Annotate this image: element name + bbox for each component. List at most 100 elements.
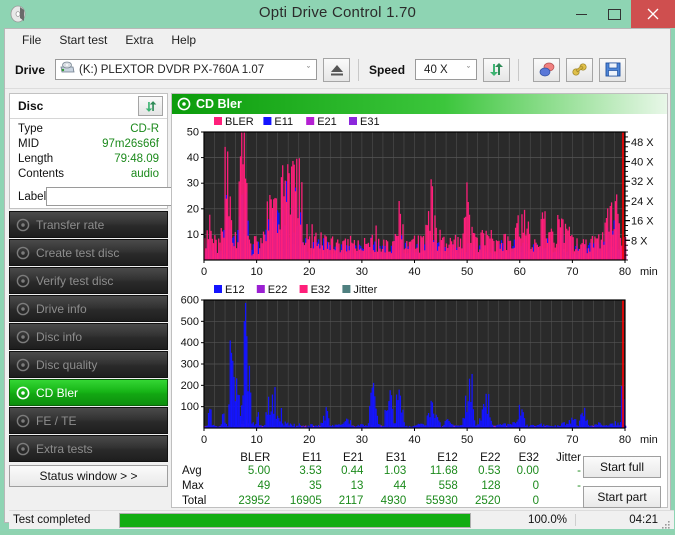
panel-title: CD Bler <box>196 97 242 111</box>
resize-grip-icon[interactable] <box>661 517 671 527</box>
svg-text:300: 300 <box>181 359 199 371</box>
action-buttons: Start full Start part <box>583 456 661 516</box>
stats-cell: - <box>542 464 584 479</box>
svg-text:32 X: 32 X <box>631 176 654 188</box>
refresh-button[interactable] <box>483 58 510 82</box>
stats-cell: 0 <box>504 494 542 509</box>
stats-col-e12: E12 <box>409 452 460 464</box>
stats-cell <box>542 494 584 509</box>
title-bar: Opti Drive Control 1.70 <box>0 0 675 28</box>
stats-cell: 0.00 <box>504 464 542 479</box>
drive-select[interactable]: (K:) PLEXTOR DVDR PX-760A 1.07 ˇ <box>55 59 317 80</box>
bler-chart: BLERE11E21E31102030405001020304050607080… <box>172 114 667 282</box>
svg-text:80: 80 <box>619 266 631 278</box>
eject-button[interactable] <box>323 58 350 82</box>
svg-text:10: 10 <box>251 266 263 278</box>
stats-cell: 35 <box>273 479 324 494</box>
disc-info-header: Disc <box>10 94 167 119</box>
maximize-button[interactable] <box>598 0 631 28</box>
stats-cell: 49 <box>222 479 273 494</box>
minimize-button[interactable] <box>565 0 598 28</box>
client-area: File Start test Extra Help Drive (K:) PL… <box>4 28 671 523</box>
sidebar-item-verify-test-disc[interactable]: Verify test disc <box>9 267 168 294</box>
sidebar-item-cd-bler[interactable]: CD Bler <box>9 379 168 406</box>
left-panel: Disc Type CD-R MID 97m2 <box>9 93 168 508</box>
sidebar-item-create-test-disc[interactable]: Create test disc <box>9 239 168 266</box>
svg-text:30: 30 <box>187 178 199 190</box>
disc-icon <box>172 97 196 111</box>
drive-label: Drive <box>15 63 45 77</box>
menu-extra[interactable]: Extra <box>116 30 162 50</box>
svg-text:40: 40 <box>408 434 420 446</box>
svg-text:20: 20 <box>303 266 315 278</box>
elapsed-time: 04:21 <box>576 514 674 526</box>
sidebar-item-fe-te[interactable]: FE / TE <box>9 407 168 434</box>
disc-icon <box>10 302 36 316</box>
stats-cell: 0 <box>504 479 542 494</box>
menu-file[interactable]: File <box>13 30 50 50</box>
disc-refresh-button[interactable] <box>138 96 163 116</box>
sidebar-item-label: Extra tests <box>36 442 93 456</box>
menu-help[interactable]: Help <box>162 30 205 50</box>
start-full-button[interactable]: Start full <box>583 456 661 478</box>
stats-col-e21: E21 <box>325 452 367 464</box>
svg-text:20: 20 <box>303 434 315 446</box>
sidebar-item-disc-info[interactable]: Disc info <box>9 323 168 350</box>
status-message: Test completed <box>9 514 119 526</box>
status-window-button[interactable]: Status window > > <box>9 465 168 487</box>
svg-text:10: 10 <box>251 434 263 446</box>
svg-text:30: 30 <box>356 266 368 278</box>
svg-text:60: 60 <box>514 434 526 446</box>
svg-text:40 X: 40 X <box>631 157 654 169</box>
drive-value: (K:) PLEXTOR DVDR PX-760A 1.07 <box>79 64 264 76</box>
chevron-down-icon: ˇ <box>307 65 310 75</box>
stats-row-label: Total <box>174 494 222 509</box>
disc-row-type: Type CD-R <box>18 122 159 137</box>
stats-cell: 5.00 <box>222 464 273 479</box>
disc-row-value: 97m26s66f <box>102 137 159 152</box>
sidebar-item-disc-quality[interactable]: Disc quality <box>9 351 168 378</box>
stats-cell: 0.53 <box>461 464 504 479</box>
erase-button[interactable] <box>533 58 560 82</box>
start-part-button[interactable]: Start part <box>583 486 661 508</box>
stats-col-e22: E22 <box>461 452 504 464</box>
stats-col-e31: E31 <box>366 452 409 464</box>
svg-text:min: min <box>640 266 658 278</box>
disc-icon <box>10 246 36 260</box>
speed-select[interactable]: 40 X ˇ <box>415 59 477 80</box>
sidebar-item-drive-info[interactable]: Drive info <box>9 295 168 322</box>
progress-bar <box>119 513 471 528</box>
sidebar-item-label: Disc info <box>36 330 82 344</box>
sidebar-item-extra-tests[interactable]: Extra tests <box>9 435 168 462</box>
charts-container: BLERE11E21E31102030405001020304050607080… <box>172 114 667 450</box>
tools-button[interactable] <box>566 58 593 82</box>
svg-text:70: 70 <box>566 266 578 278</box>
stats-cell: 2117 <box>325 494 367 509</box>
svg-text:400: 400 <box>181 337 199 349</box>
svg-text:600: 600 <box>181 295 199 307</box>
save-button[interactable] <box>599 58 626 82</box>
toolbar-separator-1 <box>358 59 359 81</box>
sidebar-item-label: Verify test disc <box>36 274 113 288</box>
disc-row-key: Type <box>18 122 43 137</box>
svg-text:E32: E32 <box>311 284 331 296</box>
disc-icon <box>10 442 36 456</box>
disc-row-length: Length 79:48.09 <box>18 152 159 167</box>
stats-row-label: Avg <box>174 464 222 479</box>
disc-label-key: Label <box>18 191 46 203</box>
svg-text:50: 50 <box>461 266 473 278</box>
disc-icon <box>10 274 36 288</box>
menu-start-test[interactable]: Start test <box>50 30 116 50</box>
close-button[interactable] <box>631 0 675 28</box>
svg-text:E11: E11 <box>274 116 293 128</box>
stats-cell: 16905 <box>273 494 324 509</box>
sidebar-item-label: CD Bler <box>36 386 78 400</box>
speed-value: 40 X <box>424 64 448 76</box>
sidebar-item-transfer-rate[interactable]: Transfer rate <box>9 211 168 238</box>
window-controls <box>565 0 675 28</box>
stats-col-e32: E32 <box>504 452 542 464</box>
stats-cell: 1.03 <box>366 464 409 479</box>
svg-text:8 X: 8 X <box>631 235 648 247</box>
svg-text:10: 10 <box>187 229 199 241</box>
svg-text:60: 60 <box>514 266 526 278</box>
